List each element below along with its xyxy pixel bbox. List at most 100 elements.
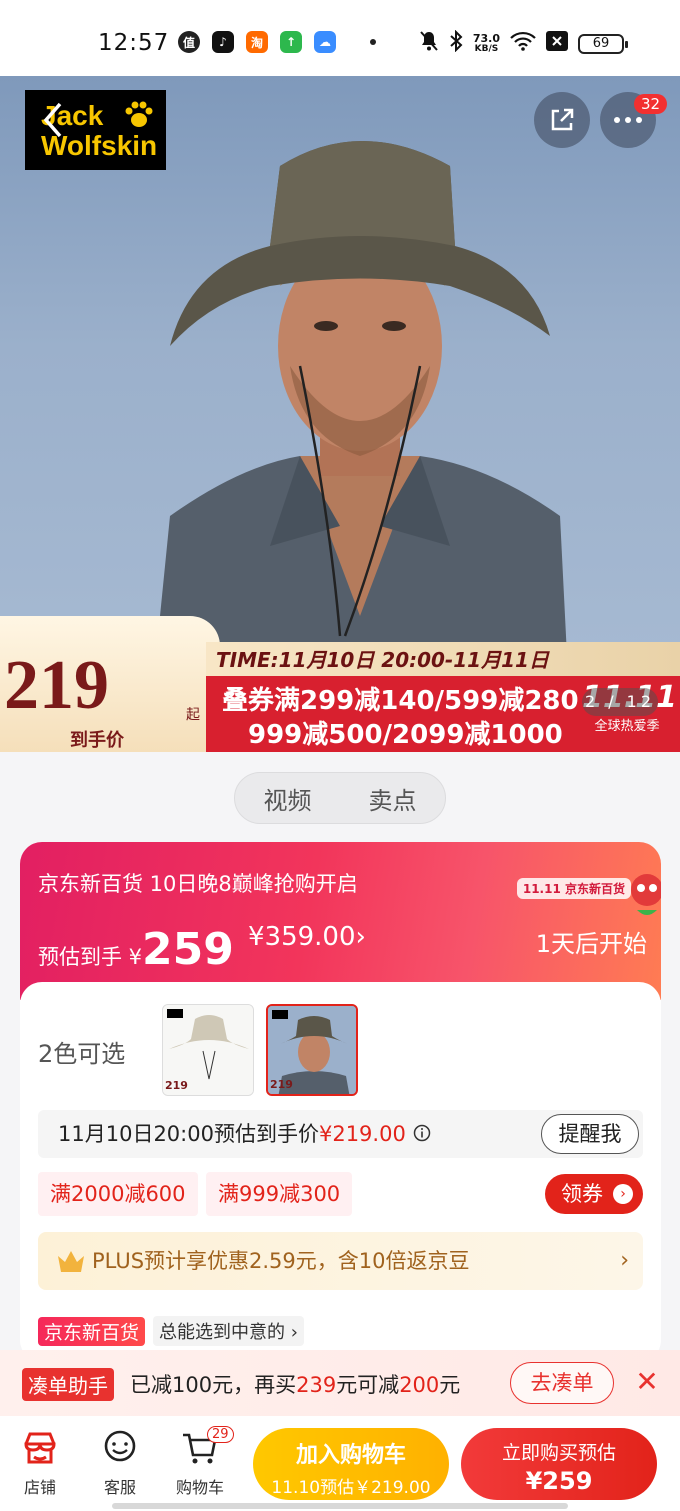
bottom-action-bar: 店铺 客服 购物车 29 加入购物车 11.10预估￥219.00 立即购买预估… xyxy=(0,1416,680,1511)
remind-me-button[interactable]: 提醒我 xyxy=(541,1114,639,1154)
time-banner: TIME:11月10日 20:00-11月11日 xyxy=(206,642,680,678)
close-icon[interactable]: ✕ xyxy=(632,1362,662,1402)
product-gallery[interactable]: Jack Wolfskin 32 219 起 到手价 TIME:11月10日 2… xyxy=(0,76,680,752)
battery-icon: 69 xyxy=(578,33,628,54)
tiktok-icon: ♪ xyxy=(212,31,234,53)
promo-line1: 叠券满299减140/599减280 xyxy=(222,686,579,716)
paw-icon xyxy=(125,101,153,127)
cart-label: 购物车 xyxy=(175,1478,224,1497)
net-speed-value: 73.0 xyxy=(472,31,500,45)
estimated-price-value: 259 xyxy=(142,924,234,975)
bundle-amount1: 239 xyxy=(296,1373,337,1397)
color-thumb-beige[interactable]: 219 xyxy=(162,1004,254,1096)
back-button[interactable] xyxy=(32,100,72,146)
tab-selling-points[interactable]: 卖点 xyxy=(369,781,417,816)
mute-icon xyxy=(419,30,439,57)
cart-nav[interactable]: 购物车 29 xyxy=(165,1426,235,1508)
promo-header: 京东新百货 10日晚8巅峰抢购开启 11.11 京东新百货 预估到手 ¥259 … xyxy=(20,842,661,1000)
shop-nav[interactable]: 店铺 xyxy=(5,1428,75,1508)
bundle-amount2: 200 xyxy=(399,1373,440,1397)
chevron-right-icon: › xyxy=(613,1184,633,1204)
thumb-price: 219 xyxy=(270,1078,293,1091)
system-icons: 73.0 KB/S 69 xyxy=(419,29,628,57)
net-speed-unit: KB/S xyxy=(474,43,499,54)
estimated-price: 预估到手 ¥259 xyxy=(38,924,234,975)
coupon-2000-600[interactable]: 满2000减600 xyxy=(38,1172,198,1216)
bundle-helper-tag: 凑单助手 xyxy=(22,1368,114,1401)
more-dots-icon xyxy=(614,117,642,123)
bundle-helper-text: 已减100元，再买239元可减200元 xyxy=(130,1369,460,1399)
crown-icon xyxy=(58,1251,84,1272)
thumb-price: 219 xyxy=(165,1079,188,1092)
service-label: 客服 xyxy=(103,1478,136,1497)
wifi-icon xyxy=(510,31,536,56)
get-coupon-button[interactable]: 领券 › xyxy=(545,1174,643,1214)
status-bar: 12:57 值 ♪ 淘 ↑ ☁ 73.0 KB/S 69 xyxy=(0,0,680,76)
hero-price-label: 到手价 xyxy=(70,730,124,751)
add-to-cart-label: 加入购物车 xyxy=(295,1443,406,1468)
hero-price-tag: 219 起 到手价 xyxy=(0,616,220,752)
green-app-icon: ↑ xyxy=(280,31,302,53)
buy-now-label: 立即购买预估 xyxy=(501,1442,616,1464)
more-badge: 32 xyxy=(634,94,668,114)
share-icon xyxy=(551,108,574,131)
buy-now-price: ¥259 xyxy=(525,1467,593,1495)
share-button[interactable] xyxy=(534,92,590,148)
chevron-right-icon: › xyxy=(355,922,366,952)
cart-badge: 29 xyxy=(207,1426,234,1443)
store-tag: 京东新百货 xyxy=(38,1316,146,1346)
notification-icons: 值 ♪ 淘 ↑ ☁ xyxy=(178,31,376,53)
price-reminder-row: 11月10日20:00预估到手价¥219.00 提醒我 xyxy=(38,1110,643,1158)
service-nav[interactable]: 客服 xyxy=(85,1428,155,1508)
product-photo xyxy=(150,141,570,716)
plus-benefit-row[interactable]: PLUS预计享优惠2.59元，含10倍返京豆 › xyxy=(38,1232,643,1290)
gallery-pager: 2 / 12 xyxy=(582,688,658,716)
coupon-999-300[interactable]: 满999减300 xyxy=(206,1172,353,1216)
card-body: 2色可选 219 219 11月10日20:00预估到手价¥219.00 提醒我… xyxy=(20,982,661,1362)
chevron-left-icon xyxy=(43,102,62,138)
media-segment: 视频 卖点 xyxy=(234,772,446,824)
store-description: 总能选到中意的 › xyxy=(153,1316,304,1346)
promo-line2: 999减500/2099减1000 xyxy=(248,720,563,750)
dot-icon xyxy=(370,39,376,45)
reminder-price: ¥219.00 xyxy=(318,1122,406,1146)
color-thumb-grey[interactable]: 219 xyxy=(266,1004,358,1096)
colors-label[interactable]: 2色可选 xyxy=(38,1034,125,1069)
hero-price: 219 xyxy=(4,647,109,724)
status-time: 12:57 xyxy=(98,30,170,56)
original-price-value: ¥359.00 xyxy=(248,922,356,952)
bundle-text-suffix: 元 xyxy=(439,1373,461,1397)
plus-benefit-text: PLUS预计享优惠2.59元，含10倍返京豆 xyxy=(92,1249,470,1273)
chevron-right-icon: › xyxy=(620,1248,629,1273)
shop-icon xyxy=(24,1432,56,1464)
jd-event-logo: 11.11 京东新百货 xyxy=(516,878,631,899)
mascot-icon xyxy=(631,874,661,915)
store-row[interactable]: 京东新百货 总能选到中意的 › xyxy=(38,1316,304,1346)
value-app-icon: 值 xyxy=(178,31,200,53)
blue-app-icon: ☁ xyxy=(314,31,336,53)
taobao-icon: 淘 xyxy=(246,31,268,53)
estimated-price-label: 预估到手 ¥ xyxy=(38,945,143,969)
go-bundle-button[interactable]: 去凑单 xyxy=(510,1362,614,1404)
bluetooth-icon xyxy=(449,29,463,57)
add-to-cart-button[interactable]: 加入购物车 11.10预估￥219.00 xyxy=(253,1428,449,1500)
bundle-helper-bar: 凑单助手 已减100元，再买239元可减200元 去凑单 ✕ xyxy=(0,1350,680,1416)
customer-service-icon xyxy=(104,1430,136,1462)
event-logo-sub: 全球热爱季 xyxy=(594,719,660,734)
reminder-text: 11月10日20:00预估到手价 xyxy=(58,1122,319,1146)
promo-title: 京东新百货 10日晚8巅峰抢购开启 xyxy=(38,872,358,896)
bundle-text-mid: 元可减 xyxy=(336,1373,400,1397)
original-price[interactable]: ¥359.00› xyxy=(248,922,366,952)
tab-video[interactable]: 视频 xyxy=(264,781,312,816)
product-info-card: 京东新百货 10日晚8巅峰抢购开启 11.11 京东新百货 预估到手 ¥259 … xyxy=(20,842,661,1362)
hero-price-suffix: 起 xyxy=(186,707,200,723)
start-countdown: 1天后开始 xyxy=(535,930,647,958)
net-speed: 73.0 KB/S xyxy=(473,33,500,55)
shop-label: 店铺 xyxy=(23,1478,56,1497)
x-icon xyxy=(546,31,568,56)
home-indicator[interactable] xyxy=(112,1503,568,1509)
buy-now-button[interactable]: 立即购买预估 ¥259 xyxy=(461,1428,657,1500)
info-icon[interactable] xyxy=(413,1124,431,1142)
add-to-cart-sub: 11.10预估￥219.00 xyxy=(271,1478,431,1498)
get-coupon-label: 领券 xyxy=(561,1182,603,1206)
